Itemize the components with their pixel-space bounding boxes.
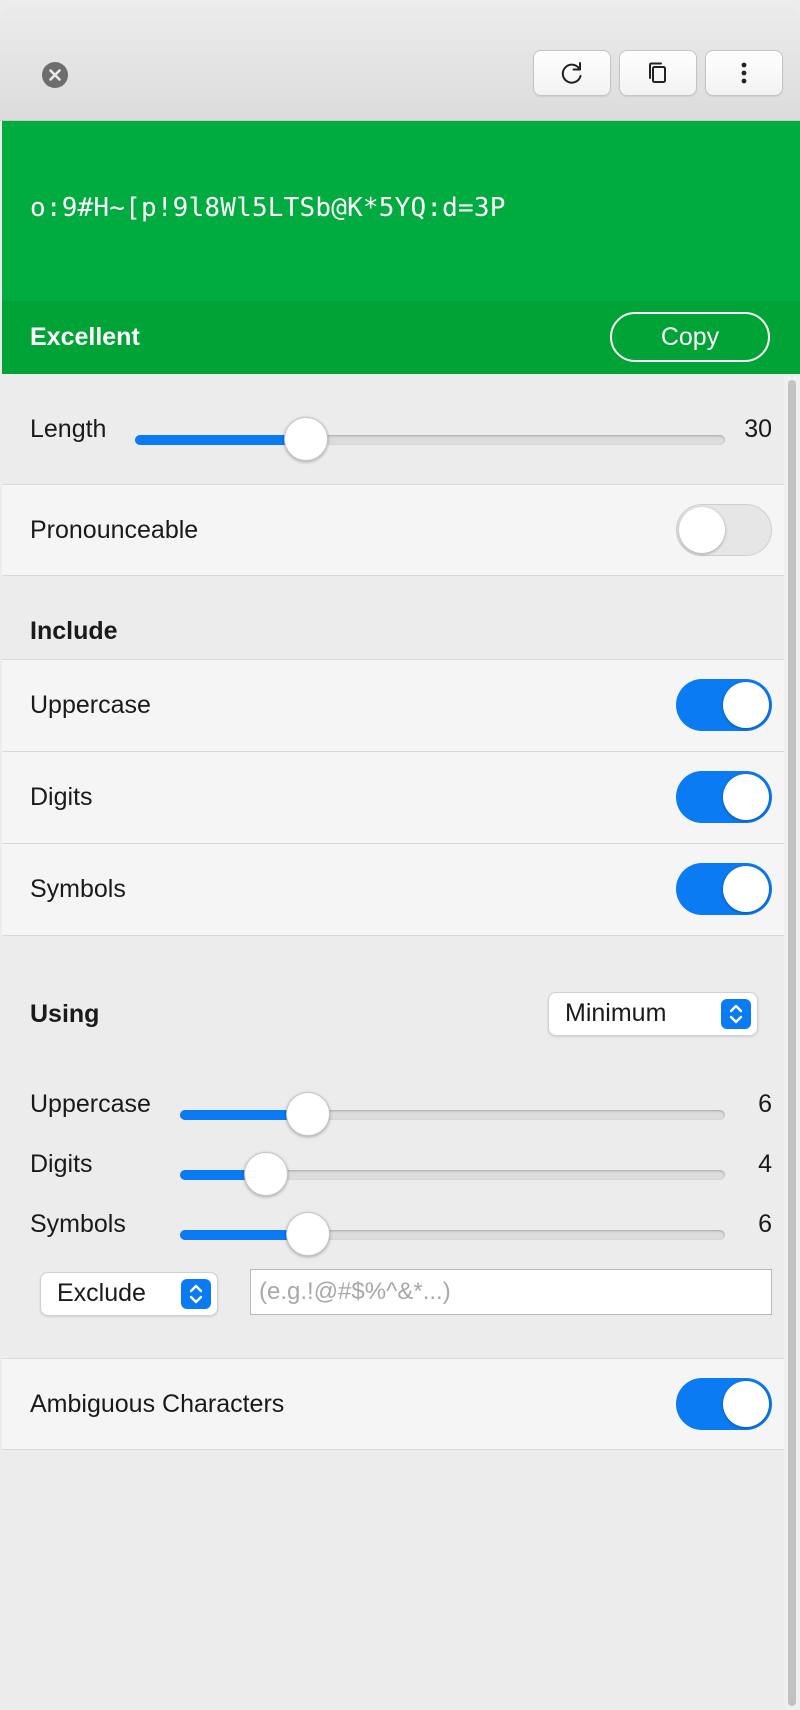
length-value: 30 <box>744 415 772 443</box>
exclude-characters-input[interactable] <box>250 1269 772 1315</box>
using-uppercase-slider[interactable] <box>180 1092 725 1136</box>
include-title: Include <box>30 617 118 645</box>
digits-label: Digits <box>30 783 93 811</box>
using-mode-select[interactable]: Minimum <box>548 992 758 1036</box>
using-digits-value: 4 <box>758 1150 772 1178</box>
toggle-knob <box>679 507 725 553</box>
more-button[interactable] <box>705 50 783 96</box>
uppercase-label: Uppercase <box>30 691 151 719</box>
include-row-symbols: Symbols <box>2 844 784 936</box>
exclude-mode-select[interactable]: Exclude <box>40 1272 218 1316</box>
settings-panel: Length 30 Pronounceable Include Uppercas… <box>2 374 784 1710</box>
pronounceable-label: Pronounceable <box>30 516 199 544</box>
strength-bar: Excellent Copy <box>2 301 800 374</box>
using-uppercase-value: 6 <box>758 1090 772 1118</box>
toggle-knob <box>723 866 769 912</box>
pronounceable-toggle[interactable] <box>676 504 772 556</box>
using-digits-slider[interactable] <box>180 1152 725 1196</box>
include-row-digits: Digits <box>2 752 784 844</box>
toggle-knob <box>723 774 769 820</box>
ambiguous-toggle[interactable] <box>676 1378 772 1430</box>
copy-icon <box>649 62 666 83</box>
duplicate-button[interactable] <box>619 50 697 96</box>
slider-fill <box>135 435 306 445</box>
generated-password[interactable]: o:9#H~[p!9l8Wl5LTSb@K*5YQ:d=3P <box>30 193 506 223</box>
include-header: Include <box>2 576 784 660</box>
include-row-uppercase: Uppercase <box>2 660 784 752</box>
uppercase-toggle[interactable] <box>676 679 772 731</box>
strength-label: Excellent <box>30 323 140 351</box>
more-vertical-icon <box>741 62 747 84</box>
using-symbols-label: Symbols <box>30 1210 126 1238</box>
length-slider[interactable] <box>135 417 725 461</box>
digits-toggle[interactable] <box>676 771 772 823</box>
slider-thumb[interactable] <box>244 1152 288 1196</box>
slider-thumb[interactable] <box>286 1092 330 1136</box>
refresh-button[interactable] <box>533 50 611 96</box>
using-uppercase-label: Uppercase <box>30 1090 151 1118</box>
length-label: Length <box>30 415 107 443</box>
exclude-mode-value: Exclude <box>57 1279 146 1307</box>
chevron-updown-icon <box>721 999 751 1029</box>
password-generator-window: o:9#H~[p!9l8Wl5LTSb@K*5YQ:d=3P Excellent… <box>0 0 800 1710</box>
ambiguous-row: Ambiguous Characters <box>2 1358 784 1450</box>
refresh-icon <box>561 62 582 84</box>
close-icon[interactable] <box>42 62 68 88</box>
using-mode-value: Minimum <box>565 999 667 1027</box>
slider-thumb[interactable] <box>286 1212 330 1256</box>
using-digits-label: Digits <box>30 1150 93 1178</box>
using-title: Using <box>30 1000 100 1028</box>
symbols-toggle[interactable] <box>676 863 772 915</box>
copy-button[interactable]: Copy <box>610 312 770 362</box>
length-row: Length 30 <box>2 374 784 485</box>
pronounceable-row: Pronounceable <box>2 485 784 576</box>
chevron-updown-icon <box>181 1279 211 1309</box>
slider-thumb[interactable] <box>284 417 328 461</box>
toggle-knob <box>723 682 769 728</box>
title-bar <box>0 0 800 121</box>
using-symbols-value: 6 <box>758 1210 772 1238</box>
vertical-scrollbar[interactable] <box>784 376 800 1710</box>
using-symbols-slider[interactable] <box>180 1212 725 1256</box>
symbols-label: Symbols <box>30 875 126 903</box>
scrollbar-thumb[interactable] <box>788 380 796 1706</box>
ambiguous-label: Ambiguous Characters <box>30 1390 285 1418</box>
toggle-knob <box>723 1381 769 1427</box>
password-display: o:9#H~[p!9l8Wl5LTSb@K*5YQ:d=3P <box>2 121 800 301</box>
